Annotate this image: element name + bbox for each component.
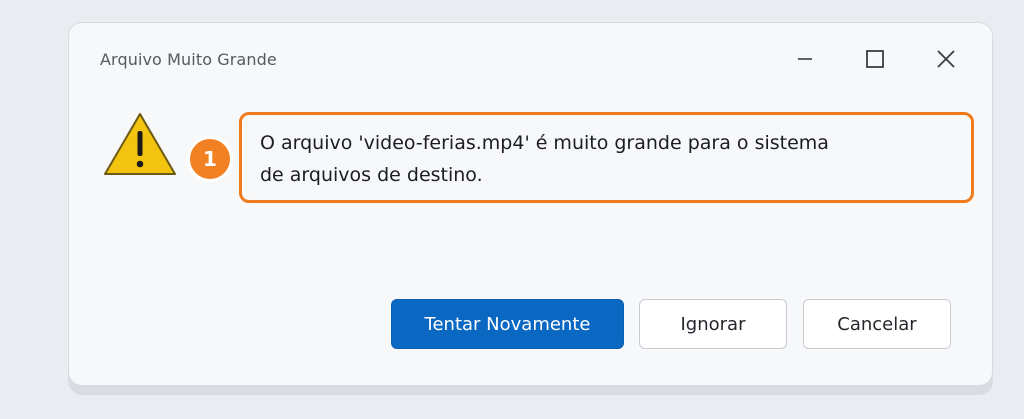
cancel-button[interactable]: Cancelar [803,299,951,349]
maximize-icon [866,50,884,68]
ignore-button[interactable]: Ignorar [639,299,787,349]
retry-button[interactable]: Tentar Novamente [391,299,624,349]
file-too-large-dialog: Arquivo Muito Grande 1 O arquivo 'video-… [68,22,993,386]
desktop-background: Arquivo Muito Grande 1 O arquivo 'video-… [0,0,1024,419]
message-text: O arquivo 'video-ferias.mp4' é muito gra… [239,112,974,203]
message-line-2: de arquivos de destino. [260,164,483,186]
warning-icon [104,113,176,175]
dialog-title: Arquivo Muito Grande [100,50,277,69]
message-line-1: O arquivo 'video-ferias.mp4' é muito gra… [260,132,829,154]
maximize-button[interactable] [855,41,895,77]
annotation-badge: 1 [187,136,233,182]
close-icon [937,50,955,68]
close-button[interactable] [926,41,966,77]
minimize-button[interactable] [785,41,825,77]
minimize-icon [798,58,812,60]
